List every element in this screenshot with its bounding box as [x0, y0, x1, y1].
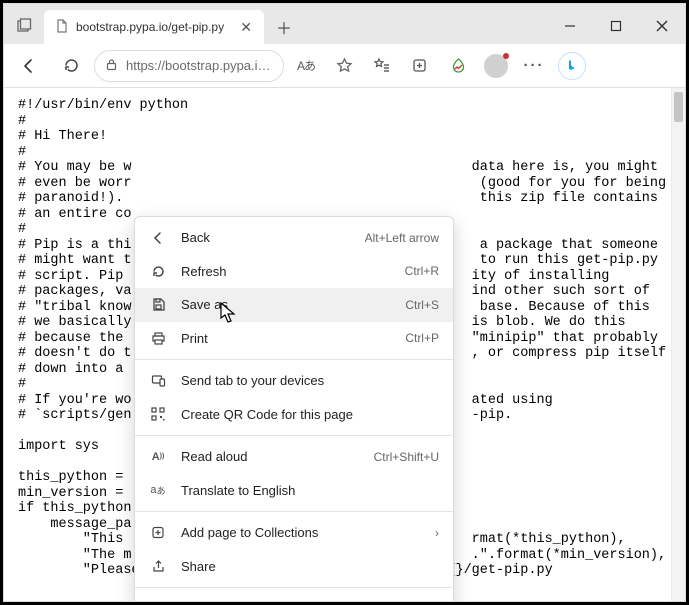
back-arrow-icon — [149, 230, 167, 246]
vertical-scrollbar[interactable] — [671, 88, 685, 601]
bing-icon — [558, 52, 586, 80]
bing-chat-button[interactable] — [554, 48, 590, 84]
menu-separator — [135, 435, 453, 436]
address-bar-row: https://bootstrap.pypa.i… Aあ ··· — [4, 44, 685, 88]
print-icon — [149, 331, 167, 346]
minimize-button[interactable] — [547, 8, 593, 44]
tab-title: bootstrap.pypa.io/get-pip.py — [76, 20, 230, 34]
save-icon — [149, 297, 167, 312]
titlebar: bootstrap.pypa.io/get-pip.py ✕ ＋ — [4, 4, 685, 44]
collections-button[interactable] — [402, 48, 438, 84]
avatar-icon — [484, 54, 508, 78]
menu-send-tab[interactable]: Send tab to your devices — [135, 364, 453, 398]
read-aloud-icon: A)) — [149, 451, 167, 463]
context-menu: Back Alt+Left arrow Refresh Ctrl+R Save … — [134, 216, 454, 601]
performance-button[interactable] — [440, 48, 476, 84]
favorite-star-button[interactable] — [326, 48, 362, 84]
favorites-list-button[interactable] — [364, 48, 400, 84]
menu-separator — [135, 587, 453, 588]
address-bar[interactable]: https://bootstrap.pypa.i… — [94, 50, 284, 82]
share-icon — [149, 559, 167, 574]
qr-icon — [149, 407, 167, 421]
translate-icon: aあ — [149, 484, 167, 497]
collections-add-icon — [149, 525, 167, 540]
menu-separator — [135, 359, 453, 360]
maximize-button[interactable] — [593, 8, 639, 44]
menu-save-as[interactable]: Save as Ctrl+S — [135, 288, 453, 322]
menu-refresh[interactable]: Refresh Ctrl+R — [135, 255, 453, 289]
browser-window: bootstrap.pypa.io/get-pip.py ✕ ＋ — [3, 3, 686, 602]
nav-refresh-button[interactable] — [52, 48, 90, 84]
more-menu-button[interactable]: ··· — [516, 48, 552, 84]
file-icon — [54, 19, 70, 36]
menu-share[interactable]: Share — [135, 550, 453, 584]
new-tab-button[interactable]: ＋ — [264, 10, 304, 44]
nav-back-button[interactable] — [10, 48, 48, 84]
menu-web-capture[interactable]: Web capture Ctrl+Shift+S — [135, 592, 453, 601]
tab-close-button[interactable]: ✕ — [236, 19, 256, 36]
profile-button[interactable] — [478, 48, 514, 84]
refresh-icon — [149, 264, 167, 279]
browser-tab[interactable]: bootstrap.pypa.io/get-pip.py ✕ — [44, 10, 264, 44]
menu-translate[interactable]: aあ Translate to English — [135, 474, 453, 508]
close-window-button[interactable] — [639, 8, 685, 44]
devices-icon — [149, 373, 167, 388]
menu-print[interactable]: Print Ctrl+P — [135, 322, 453, 356]
menu-add-collections[interactable]: Add page to Collections › — [135, 516, 453, 550]
tab-actions-button[interactable] — [4, 8, 44, 44]
scrollbar-thumb[interactable] — [674, 92, 683, 122]
page-content: #!/usr/bin/env python # # Hi There! # # … — [4, 88, 685, 601]
chevron-right-icon: › — [435, 526, 439, 540]
reader-mode-button[interactable]: Aあ — [288, 48, 324, 84]
window-controls — [547, 8, 685, 44]
menu-qr-code[interactable]: Create QR Code for this page — [135, 398, 453, 432]
lock-icon — [105, 58, 118, 74]
menu-back[interactable]: Back Alt+Left arrow — [135, 221, 453, 255]
menu-separator — [135, 511, 453, 512]
menu-read-aloud[interactable]: A)) Read aloud Ctrl+Shift+U — [135, 440, 453, 474]
url-text: https://bootstrap.pypa.i… — [126, 58, 273, 73]
